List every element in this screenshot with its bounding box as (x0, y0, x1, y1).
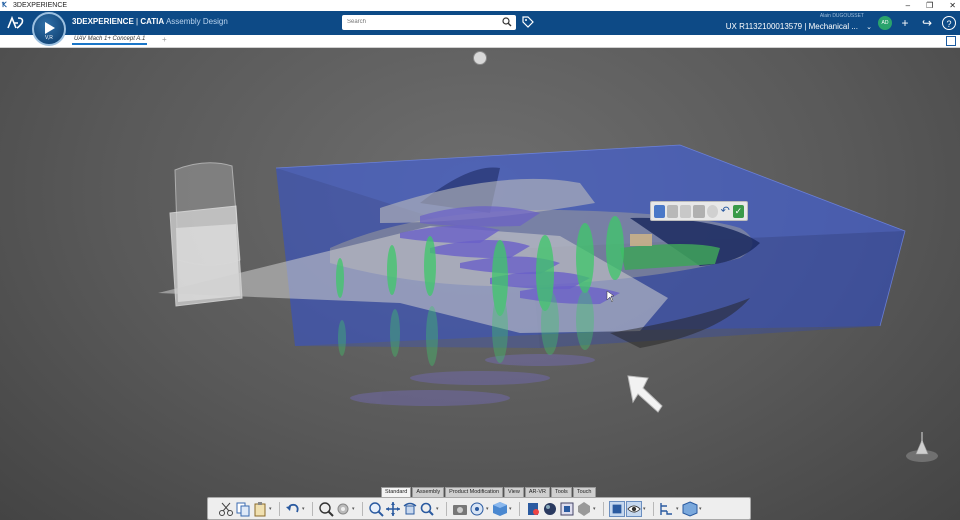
minimize-button[interactable]: – (906, 0, 910, 11)
chevron-down-icon[interactable]: ▾ (352, 506, 357, 512)
add-tab-button[interactable]: + (162, 35, 167, 44)
eye-icon[interactable] (626, 500, 642, 517)
chevron-down-icon[interactable]: ▾ (436, 506, 441, 512)
app-topbar: 3DEXPERIENCE | CATIA Assembly Design Ala… (0, 11, 960, 35)
action-bar-tabs: Standard Assembly Product Modification V… (381, 487, 596, 497)
window-title: 3DEXPERIENCE (13, 2, 68, 9)
share-icon[interactable]: ↪ (920, 16, 934, 30)
action-bar: ▾ ▾ ▾ ▾ ▾ ▾ ▾ ▾ ▾ ▾ (207, 497, 751, 520)
cut-icon[interactable] (218, 501, 234, 517)
help-icon[interactable]: ? (942, 16, 956, 30)
sphere-icon[interactable] (706, 204, 718, 218)
rotate-icon[interactable] (402, 501, 418, 517)
chevron-down-icon[interactable]: ▾ (269, 506, 274, 512)
expand-icon[interactable] (946, 36, 956, 46)
cube-view-icon[interactable] (492, 501, 508, 517)
compass-icon[interactable]: V,R (32, 12, 66, 46)
context-toolbar: ↶ ✓ (650, 201, 748, 221)
tab-assembly[interactable]: Assembly (412, 487, 445, 497)
tree-icon[interactable] (659, 501, 675, 517)
separator (446, 501, 447, 516)
ds-logo-icon[interactable] (6, 14, 26, 32)
avatar[interactable]: AD (878, 16, 892, 30)
separator (653, 501, 654, 516)
tab-ar-vr[interactable]: AR-VR (524, 487, 550, 497)
selected-view-icon[interactable] (609, 500, 625, 517)
restore-button[interactable]: ❐ (926, 0, 933, 11)
copy-icon[interactable] (235, 501, 251, 517)
compass-label: V,R (45, 35, 53, 41)
capture-icon[interactable] (452, 501, 468, 517)
undo-icon[interactable]: ↶ (720, 205, 731, 218)
separator (312, 501, 313, 516)
box-select-icon[interactable] (654, 204, 666, 218)
chevron-down-icon[interactable]: ▾ (302, 506, 307, 512)
search-icon[interactable] (502, 17, 512, 27)
separator (603, 501, 604, 516)
zoom-icon[interactable] (368, 501, 384, 517)
view-handle-icon[interactable] (473, 51, 487, 65)
tab-document[interactable]: UAV Mach 1+ Concept A.1 (72, 36, 148, 45)
settings-icon[interactable] (335, 501, 351, 517)
tab-product-modification[interactable]: Product Modification (445, 487, 504, 497)
search-box[interactable] (342, 15, 516, 30)
measure-icon[interactable] (680, 204, 692, 218)
chevron-down-icon[interactable]: ⌄ (866, 23, 872, 31)
3d-scene[interactable] (0, 48, 960, 520)
product-icon[interactable] (682, 500, 698, 517)
tag-icon[interactable] (522, 16, 534, 28)
brand-app: Assembly Design (164, 17, 228, 26)
collab-space-label[interactable]: UX R1132100013579 | Mechanical ... (726, 22, 858, 31)
document-tabbar: UAV Mach 1+ Concept A.1 + (0, 35, 960, 48)
pan-icon[interactable] (385, 501, 401, 517)
robot-compass-icon[interactable] (902, 428, 942, 464)
tab-touch[interactable]: Touch (572, 487, 596, 497)
move-arrow-icon[interactable] (627, 375, 663, 413)
paste-icon[interactable] (252, 501, 268, 517)
play-icon[interactable] (45, 22, 55, 34)
app-brand: 3DEXPERIENCE | CATIA Assembly Design (72, 17, 228, 26)
brand-product: CATIA (140, 17, 165, 26)
render-icon[interactable] (525, 501, 541, 517)
tab-tools[interactable]: Tools (550, 487, 572, 497)
os-titlebar: Ꝁ 3DEXPERIENCE – ❐ ✕ (0, 0, 960, 11)
chevron-down-icon[interactable]: ▾ (509, 506, 514, 512)
align-icon[interactable] (693, 204, 705, 218)
brand-prefix: 3DEXPERIENCE (72, 17, 134, 26)
search-input[interactable] (347, 19, 497, 25)
3d-viewport[interactable]: ↶ ✓ (0, 48, 960, 520)
separator (279, 501, 280, 516)
view-mode-icon[interactable] (469, 501, 485, 517)
chevron-down-icon[interactable]: ▾ (699, 506, 704, 512)
section-icon[interactable] (667, 204, 679, 218)
separator (519, 501, 520, 516)
separator (362, 501, 363, 516)
user-name: Alain DUGOUSSET (819, 13, 864, 19)
material-icon[interactable] (559, 501, 575, 517)
floor-reflection (350, 354, 595, 406)
chevron-down-icon[interactable]: ▾ (643, 506, 648, 512)
app-mini-icon: Ꝁ (2, 1, 7, 9)
undo-icon[interactable] (285, 501, 301, 517)
chevron-down-icon[interactable]: ▾ (486, 506, 491, 512)
lighting-icon[interactable] (542, 501, 558, 517)
fit-all-icon[interactable] (318, 501, 334, 517)
tab-standard[interactable]: Standard (381, 487, 412, 497)
hide-show-icon[interactable] (576, 501, 592, 517)
confirm-icon[interactable]: ✓ (732, 204, 744, 218)
magnify-icon[interactable] (419, 501, 435, 517)
add-icon[interactable]: + (898, 16, 912, 30)
chevron-down-icon[interactable]: ▾ (593, 506, 598, 512)
close-window-button[interactable]: ✕ (949, 0, 956, 11)
chevron-down-icon[interactable]: ▾ (676, 506, 681, 512)
tab-view[interactable]: View (504, 487, 524, 497)
